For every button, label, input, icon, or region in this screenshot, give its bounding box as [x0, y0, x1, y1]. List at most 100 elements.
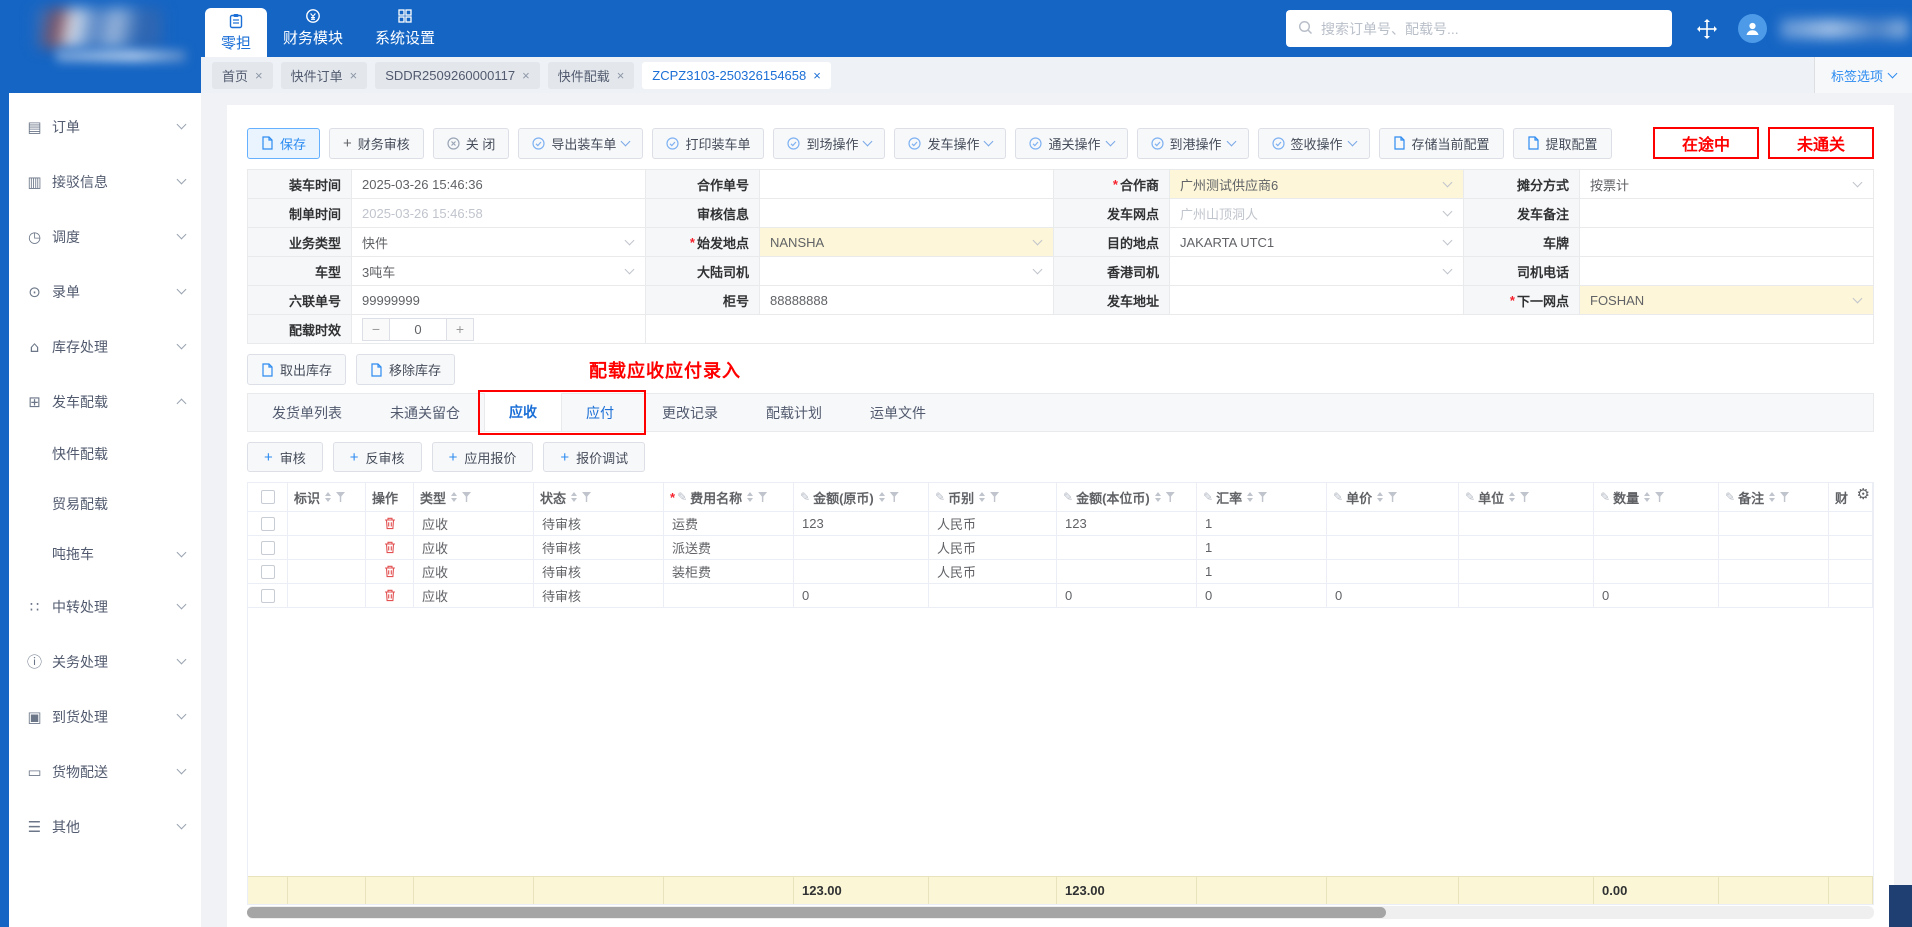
mainland-driver-select[interactable] [760, 257, 1054, 286]
sort-icon[interactable] [1509, 492, 1516, 502]
cell-unit[interactable] [1459, 560, 1594, 584]
sort-icon[interactable] [1769, 492, 1776, 502]
cell-remark[interactable] [1719, 560, 1829, 584]
search-input[interactable] [1321, 20, 1660, 37]
cell-fee[interactable]: 运费 [664, 512, 794, 536]
cell-remark[interactable] [1719, 584, 1829, 608]
trash-icon[interactable] [384, 541, 396, 554]
col-fee-name[interactable]: * ✎ 费用名称 [664, 483, 794, 512]
sidebar-item-inventory[interactable]: ⌂ 库存处理 [9, 319, 201, 374]
cell-amount-base[interactable] [1057, 560, 1197, 584]
depart-ops-button[interactable]: 发车操作 [894, 127, 1007, 159]
apply-quote-button[interactable]: + 应用报价 [431, 442, 534, 472]
export-loading-list-button[interactable]: 导出装车单 [518, 127, 644, 159]
save-button[interactable]: 保存 [247, 127, 321, 159]
cell-qty[interactable] [1594, 560, 1719, 584]
close-icon[interactable]: × [255, 68, 263, 83]
filter-icon[interactable] [462, 492, 472, 502]
tab-express-order[interactable]: 快件订单 × [280, 61, 368, 89]
select-all-checkbox[interactable] [260, 490, 275, 504]
filter-icon[interactable] [889, 492, 899, 502]
sidebar-item-dispatch[interactable]: ◷ 调度 [9, 209, 201, 264]
sidebar-item-delivery[interactable]: ▭ 货物配送 [9, 744, 201, 799]
next-branch-select[interactable]: FOSHAN [1580, 286, 1874, 315]
cell-currency[interactable]: 人民币 [929, 512, 1057, 536]
print-loading-list-button[interactable]: 打印装车单 [652, 127, 765, 159]
sort-icon[interactable] [1154, 492, 1161, 502]
tab-waybill-files[interactable]: 运单文件 [846, 394, 950, 431]
depart-address-field[interactable] [1170, 286, 1464, 315]
filter-icon[interactable] [1388, 492, 1398, 502]
business-type-select[interactable]: 快件 [352, 228, 646, 257]
filter-icon[interactable] [1165, 492, 1175, 502]
sidebar-subitem-express-loading[interactable]: 快件配载 [9, 429, 201, 479]
col-status[interactable]: 状态 [534, 483, 664, 512]
cell-qty[interactable] [1594, 536, 1719, 560]
sidebar-item-connection-info[interactable]: ▥ 接驳信息 [9, 154, 201, 209]
col-currency[interactable]: ✎ 币别 [929, 483, 1057, 512]
cell-qty[interactable] [1594, 512, 1719, 536]
filter-icon[interactable] [582, 492, 592, 502]
stepper-minus-button[interactable]: − [362, 317, 390, 341]
col-type[interactable]: 类型 [414, 483, 534, 512]
extract-config-button[interactable]: 提取配置 [1512, 127, 1612, 159]
row-checkbox[interactable] [260, 516, 275, 531]
audit-button[interactable]: + 审核 [247, 442, 323, 472]
filter-icon[interactable] [1655, 492, 1665, 502]
user-avatar[interactable] [1738, 14, 1767, 43]
cell-amount[interactable] [794, 536, 929, 560]
row-checkbox[interactable] [260, 588, 275, 603]
col-exchange-rate[interactable]: ✎ 汇率 [1197, 483, 1327, 512]
col-remark[interactable]: ✎ 备注 [1719, 483, 1829, 512]
depart-remark-field[interactable] [1580, 199, 1874, 228]
nav-item-settings[interactable]: 系统设置 [359, 0, 451, 57]
cell-price[interactable] [1327, 560, 1459, 584]
tab-home[interactable]: 首页 × [212, 61, 273, 89]
cell-amount[interactable]: 123 [794, 512, 929, 536]
cell-price[interactable]: 0 [1327, 584, 1459, 608]
share-method-select[interactable]: 按票计 [1580, 170, 1874, 199]
audit-info-field[interactable] [760, 199, 1054, 228]
tab-loading-plan[interactable]: 配载计划 [742, 394, 846, 431]
tab-payable[interactable]: 应付 [562, 394, 638, 431]
cell-rate[interactable]: 0 [1197, 584, 1327, 608]
cell-currency[interactable] [929, 584, 1057, 608]
vertical-scrollbar-thumb[interactable] [1889, 885, 1912, 927]
sidebar-item-vehicle-loading[interactable]: ⊞ 发车配载 [9, 374, 201, 429]
filter-icon[interactable] [990, 492, 1000, 502]
sort-icon[interactable] [325, 492, 332, 502]
stepper-plus-button[interactable]: + [446, 317, 474, 341]
finance-audit-button[interactable]: + 财务审核 [329, 127, 424, 159]
sort-icon[interactable] [451, 492, 458, 502]
sidebar-item-arrival[interactable]: ▣ 到货处理 [9, 689, 201, 744]
close-icon[interactable]: × [350, 68, 358, 83]
quote-debug-button[interactable]: + 报价调试 [543, 442, 646, 472]
sort-icon[interactable] [1377, 492, 1384, 502]
move-icon[interactable] [1695, 17, 1719, 44]
tab-receivable[interactable]: 应收 [484, 393, 562, 431]
sort-icon[interactable] [571, 492, 578, 502]
partner-select[interactable]: 广州测试供应商6 [1170, 170, 1464, 199]
hk-driver-select[interactable] [1170, 257, 1464, 286]
filter-icon[interactable] [1258, 492, 1268, 502]
sign-ops-button[interactable]: 签收操作 [1257, 127, 1370, 159]
col-amount-original[interactable]: ✎ 金额(原币) [794, 483, 929, 512]
sidebar-item-orders[interactable]: ▤ 订单 [9, 99, 201, 154]
tab-zcpz-active[interactable]: ZCPZ3103-250326154658 × [642, 61, 831, 89]
plate-number-field[interactable] [1580, 228, 1874, 257]
vehicle-type-select[interactable]: 3吨车 [352, 257, 646, 286]
close-button[interactable]: 关 闭 [432, 127, 510, 159]
driver-phone-field[interactable] [1580, 257, 1874, 286]
sort-icon[interactable] [1247, 492, 1254, 502]
col-unit-price[interactable]: ✎ 单价 [1327, 483, 1459, 512]
cell-qty[interactable]: 0 [1594, 584, 1719, 608]
six-copy-number-field[interactable]: 99999999 [352, 286, 646, 315]
cell-fee[interactable] [664, 584, 794, 608]
take-stock-button[interactable]: 取出库存 [247, 354, 347, 385]
sidebar-item-entry[interactable]: ⊙ 录单 [9, 264, 201, 319]
tab-shipping-list[interactable]: 发货单列表 [248, 394, 366, 431]
cell-fee[interactable]: 派送费 [664, 536, 794, 560]
sort-icon[interactable] [878, 492, 885, 502]
col-amount-base[interactable]: ✎ 金额(本位币) [1057, 483, 1197, 512]
cell-amount[interactable]: 0 [794, 584, 929, 608]
